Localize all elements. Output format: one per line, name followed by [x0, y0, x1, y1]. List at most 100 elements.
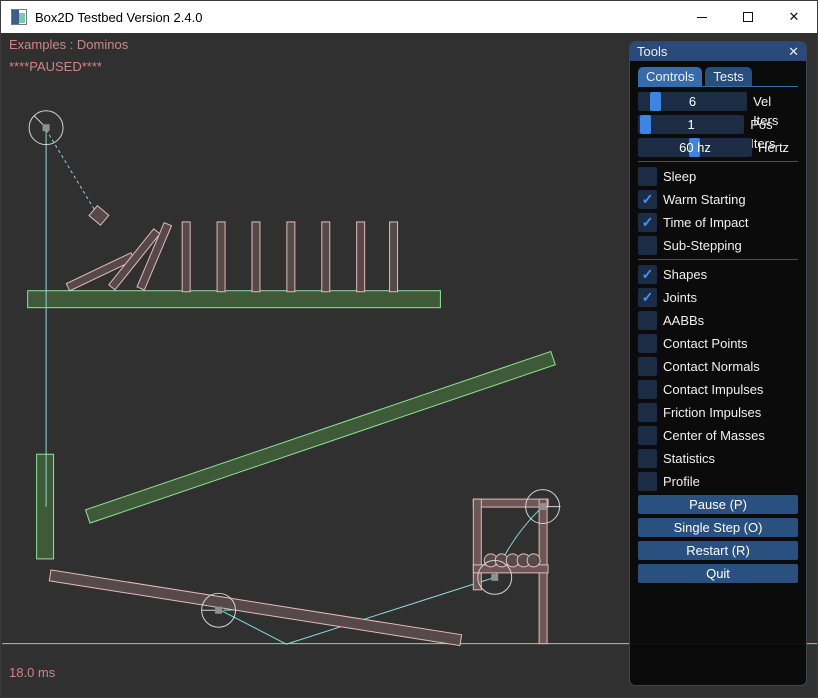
maximize-button[interactable]: [725, 1, 771, 33]
check-icon: ✓: [642, 265, 654, 284]
tools-close-icon[interactable]: ✕: [788, 44, 799, 60]
pendulum-bob: [89, 206, 109, 226]
checkbox-label: Contact Normals: [663, 357, 760, 376]
upright-domino: [287, 222, 295, 292]
checkbox-label: Sleep: [663, 167, 696, 186]
upright-domino: [252, 222, 260, 292]
checkbox-joints[interactable]: ✓ Joints: [638, 288, 798, 307]
checkbox-contact-normals[interactable]: ✓ Contact Normals: [638, 357, 798, 376]
upright-domino: [182, 222, 190, 292]
window-title: Box2D Testbed Version 2.4.0: [35, 10, 202, 25]
frame-top-bar: [473, 499, 548, 507]
checkbox-label: Warm Starting: [663, 190, 746, 209]
checkbox-contact-impulses[interactable]: ✓ Contact Impulses: [638, 380, 798, 399]
checkbox-box[interactable]: ✓: [638, 288, 657, 307]
upright-domino: [390, 222, 398, 292]
slider-row: 6 Vel Iters: [638, 92, 798, 111]
checkbox-label: Contact Points: [663, 334, 748, 353]
slider-label: Hertz: [758, 138, 789, 157]
checkbox-sleep[interactable]: ✓ Sleep: [638, 167, 798, 186]
slider-row: 1 Pos Iters: [638, 115, 798, 134]
slider-value: 1: [638, 115, 744, 134]
checkbox-label: Sub-Stepping: [663, 236, 742, 255]
checkbox-label: AABBs: [663, 311, 704, 330]
checkbox-label: Time of Impact: [663, 213, 748, 232]
hertz-slider[interactable]: 60 hz: [638, 138, 752, 157]
checkbox-friction-impulses[interactable]: ✓ Friction Impulses: [638, 403, 798, 422]
checkbox-box[interactable]: ✓: [638, 472, 657, 491]
vel-iters-slider[interactable]: 6: [638, 92, 747, 111]
checkbox-box[interactable]: ✓: [638, 357, 657, 376]
slider-value: 60 hz: [638, 138, 752, 157]
checkbox-label: Contact Impulses: [663, 380, 763, 399]
anchor-squares: [43, 124, 546, 614]
checkbox-time-of-impact[interactable]: ✓ Time of Impact: [638, 213, 798, 232]
restart-button[interactable]: Restart (R): [638, 541, 798, 560]
frame-left-post: [473, 499, 481, 590]
tools-tabs: Controls Tests: [638, 67, 798, 87]
check-icon: ✓: [642, 288, 654, 307]
checkbox-label: Center of Masses: [663, 426, 765, 445]
quit-button[interactable]: Quit: [638, 564, 798, 583]
frame-time-label: 18.0 ms: [9, 665, 55, 680]
tab-tests[interactable]: Tests: [705, 67, 751, 86]
checkbox-label: Friction Impulses: [663, 403, 761, 422]
checkbox-box[interactable]: ✓: [638, 334, 657, 353]
pos-iters-slider[interactable]: 1: [638, 115, 744, 134]
checkbox-box[interactable]: ✓: [638, 213, 657, 232]
checkbox-warm-starting[interactable]: ✓ Warm Starting: [638, 190, 798, 209]
checkbox-box[interactable]: ✓: [638, 380, 657, 399]
check-icon: ✓: [642, 190, 654, 209]
checkbox-box[interactable]: ✓: [638, 265, 657, 284]
close-icon: ✕: [789, 9, 800, 25]
checkbox-box[interactable]: ✓: [638, 167, 657, 186]
os-titlebar[interactable]: Box2D Testbed Version 2.4.0 ✕: [1, 1, 817, 33]
checkbox-box[interactable]: ✓: [638, 426, 657, 445]
minimize-icon: [697, 17, 707, 18]
pendulum-joint-line: [46, 130, 95, 211]
domino-platform: [28, 291, 441, 308]
checkbox-label: Joints: [663, 288, 697, 307]
checkbox-label: Statistics: [663, 449, 715, 468]
maximize-icon: [743, 12, 753, 22]
tall-green-block: [37, 454, 54, 559]
slider-row: 60 hz Hertz: [638, 138, 798, 157]
app-window: Box2D Testbed Version 2.4.0 ✕: [0, 0, 818, 698]
paused-label: ****PAUSED****: [9, 59, 102, 74]
checkbox-label: Profile: [663, 472, 700, 491]
app-icon: [11, 9, 27, 25]
upright-domino: [357, 222, 365, 292]
separator: [638, 259, 798, 260]
checkbox-sub-stepping[interactable]: ✓ Sub-Stepping: [638, 236, 798, 255]
dominoes: [66, 206, 397, 292]
checkbox-shapes[interactable]: ✓ Shapes: [638, 265, 798, 284]
checkbox-box[interactable]: ✓: [638, 190, 657, 209]
window-controls: ✕: [679, 1, 817, 33]
upright-domino: [322, 222, 330, 292]
checkbox-box[interactable]: ✓: [638, 449, 657, 468]
checkbox-statistics[interactable]: ✓ Statistics: [638, 449, 798, 468]
testbed-viewport: Examples : Dominos ****PAUSED**** 18.0 m…: [1, 33, 817, 697]
checkbox-contact-points[interactable]: ✓ Contact Points: [638, 334, 798, 353]
separator: [638, 161, 798, 162]
tools-title: Tools: [637, 42, 788, 61]
check-icon: ✓: [642, 213, 654, 232]
tab-controls[interactable]: Controls: [638, 67, 702, 86]
tools-body: Controls Tests 6 Vel Iters 1: [630, 61, 806, 583]
checkbox-label: Shapes: [663, 265, 707, 284]
checkbox-profile[interactable]: ✓ Profile: [638, 472, 798, 491]
solver-sliders: 6 Vel Iters 1 Pos Iters: [638, 92, 798, 157]
checkbox-center-of-masses[interactable]: ✓ Center of Masses: [638, 426, 798, 445]
slider-label: Vel Iters: [753, 92, 798, 111]
minimize-button[interactable]: [679, 1, 725, 33]
checkbox-box[interactable]: ✓: [638, 403, 657, 422]
close-button[interactable]: ✕: [771, 1, 817, 33]
example-label: Examples : Dominos: [9, 37, 128, 52]
single-step-button[interactable]: Single Step (O): [638, 518, 798, 537]
upright-domino: [217, 222, 225, 292]
tools-titlebar[interactable]: Tools ✕: [630, 42, 806, 61]
checkbox-box[interactable]: ✓: [638, 236, 657, 255]
checkbox-aabbs[interactable]: ✓ AABBs: [638, 311, 798, 330]
pause-button[interactable]: Pause (P): [638, 495, 798, 514]
checkbox-box[interactable]: ✓: [638, 311, 657, 330]
